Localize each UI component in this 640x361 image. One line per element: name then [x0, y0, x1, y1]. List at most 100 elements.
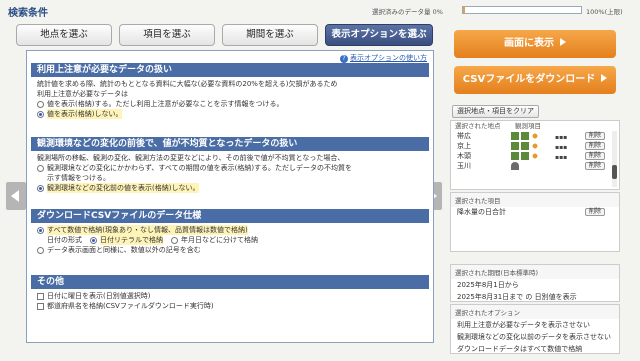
env-section: 観測環境などの変化の前後で、値が不均質となったデータの扱い 観測場所の移転、観測…	[31, 137, 429, 195]
play-arrow-icon	[601, 74, 608, 82]
point-row: 帯広 ▪▪▪ 削除	[451, 131, 619, 141]
radio-button-selected[interactable]	[37, 184, 44, 192]
point-name: 木頭	[457, 152, 471, 160]
other-section-title: その他	[31, 275, 429, 289]
point-row: 京上 ▪▪▪ 削除	[451, 141, 619, 151]
period-end: 2025年8月31日まで の 日別値を表示	[457, 293, 577, 301]
question-icon: ?	[340, 55, 348, 63]
item-name: 降水量の日合計	[457, 208, 506, 216]
page-title: 検索条件	[8, 8, 48, 19]
radio-date-literal[interactable]	[90, 236, 97, 244]
data-amount-fill	[463, 7, 466, 13]
selected-period-box: 選択された期間(日本標準時) 2025年8月1日から 2025年8月31日まで …	[450, 264, 620, 302]
sun-icon	[531, 152, 539, 160]
help-link[interactable]: ? 表示オプションの使い方	[340, 53, 427, 63]
data-amount-label: 選択済みのデータ量 0%	[372, 8, 443, 16]
option-line: 利用上注意が必要なデータを表示させない	[457, 321, 590, 329]
caution-desc-1: 統計値を求める際、統計のもととなる資料に大幅な(必要な資料の20%を超える)欠損…	[37, 80, 338, 88]
selected-points-box: 選択された地点 観測項目 帯広 ▪▪▪ 削除 京上 ▪▪▪ 削除 木頭 ▪▪▪ …	[450, 120, 620, 190]
rain-icon	[511, 152, 519, 160]
other-section: その他 日付に曜日を表示(日別値選択時) 都道府県名を格納(CSVファイルダウン…	[31, 275, 429, 313]
weather-icons	[511, 142, 541, 150]
caution-section: 利用上注意が必要なデータの扱い 統計値を求める際、統計のもととなる資料に大幅な(…	[31, 63, 429, 121]
date-format-label: 日付の形式	[47, 236, 82, 244]
points-scrollbar[interactable]	[612, 131, 617, 187]
points-col-label: 観測項目	[515, 122, 541, 130]
point-name: 玉川	[457, 162, 471, 170]
option-line: 観測環境などの変化以前のデータを表示させない	[457, 333, 611, 341]
period-label: 選択された期間(日本標準時)	[451, 265, 619, 279]
caution-option-hide[interactable]: 値を表示(格納)しない。	[37, 109, 423, 119]
option-line: ダウンロードデータはすべて数値で格納	[457, 345, 583, 353]
show-on-screen-button[interactable]: 画面に表示	[454, 30, 616, 58]
points-header: 選択された地点 観測項目	[451, 121, 619, 131]
options-panel: ? 表示オプションの使い方 利用上注意が必要なデータの扱い 統計値を求める際、統計…	[26, 50, 434, 343]
selected-items-box: 選択された項目 降水量の日合計 削除	[450, 192, 620, 252]
weather-icons	[511, 132, 541, 140]
csv-option-symbols[interactable]: データ表示画面と同様に、数値以外の記号を含む	[37, 245, 423, 255]
sun-icon	[531, 142, 539, 150]
delete-point-button[interactable]: 削除	[585, 162, 606, 170]
data-amount-max: 100%(上限)	[586, 8, 623, 16]
csv-section-title: ダウンロードCSVファイルのデータ仕様	[31, 209, 429, 223]
tab-select-item[interactable]: 項目を選ぶ	[119, 24, 215, 46]
prefecture-checkbox-row[interactable]: 都道府県名を格納(CSVファイルダウンロード実行時)	[37, 301, 423, 311]
checkbox[interactable]	[37, 292, 44, 300]
selected-options-box: 選択されたオプション 利用上注意が必要なデータを表示させない 観測環境などの変化…	[450, 304, 620, 354]
radio-date-split[interactable]	[171, 236, 178, 244]
points-label: 選択された地点	[455, 122, 501, 130]
delete-point-button[interactable]: 削除	[585, 132, 606, 140]
radio-button-selected[interactable]	[37, 226, 44, 234]
data-amount-bar	[462, 6, 582, 14]
date-format-row: 日付の形式 日付リテラルで格納 年月日などに分けて格納	[37, 235, 423, 245]
csv-section: ダウンロードCSVファイルのデータ仕様 すべて数値で格納(現象あり・なし情報、品…	[31, 209, 429, 257]
env-desc: 観測場所の移転、観測の変化、観測方法の変更などにより、その前後で値が不均質となっ…	[37, 154, 345, 162]
weekday-checkbox-row[interactable]: 日付に曜日を表示(日別値選択時)	[37, 291, 423, 301]
rain-icon	[511, 142, 519, 150]
point-row: 玉川 削除	[451, 161, 619, 171]
point-name: 帯広	[457, 132, 471, 140]
items-label: 選択された項目	[451, 193, 619, 207]
caution-option-show[interactable]: 値を表示(格納)する。ただし利用上注意が必要なことを示す情報をつける。	[37, 99, 423, 109]
csv-option-numeric[interactable]: すべて数値で格納(現象あり・なし情報、品質情報は数値で格納)	[37, 225, 423, 235]
radio-button[interactable]	[37, 246, 44, 254]
point-name: 京上	[457, 142, 471, 150]
tab-display-options[interactable]: 表示オプションを選ぶ	[325, 24, 433, 46]
top-bar: 検索条件 選択済みのデータ量 0% 100%(上限)	[0, 0, 640, 20]
prev-arrow-button[interactable]	[6, 182, 26, 210]
delete-point-button[interactable]: 削除	[585, 142, 606, 150]
env-option-hide[interactable]: 観測環境などの変化前の値を表示(格納)しない。	[37, 183, 423, 193]
clear-selection-button[interactable]: 選択地点・項目をクリア	[452, 105, 539, 118]
tab-select-period[interactable]: 期間を選ぶ	[222, 24, 318, 46]
date-literal-label: 日付リテラルで格納	[100, 235, 163, 245]
csv-download-button[interactable]: CSVファイルをダウンロード	[454, 66, 616, 94]
scroll-thumb[interactable]	[612, 165, 617, 179]
delete-point-button[interactable]: 削除	[585, 152, 606, 160]
sun-icon	[531, 132, 539, 140]
weather-icons	[511, 162, 521, 170]
wind-icon	[511, 162, 519, 170]
play-arrow-icon	[560, 38, 566, 46]
env-section-title: 観測環境などの変化の前後で、値が不均質となったデータの扱い	[31, 137, 429, 151]
delete-item-button[interactable]: 削除	[585, 208, 606, 216]
radio-button[interactable]	[37, 100, 44, 108]
radio-button-selected[interactable]	[37, 110, 44, 118]
weather-icons	[511, 152, 541, 160]
point-row: 木頭 ▪▪▪ 削除	[451, 151, 619, 161]
caution-desc-2: 利用上注意が必要なデータは	[37, 90, 128, 98]
period-start: 2025年8月1日から	[457, 281, 519, 289]
tab-select-point[interactable]: 地点を選ぶ	[16, 24, 112, 46]
options-label: 選択されたオプション	[451, 305, 619, 319]
temperature-icon	[521, 132, 529, 140]
env-option-show[interactable]: 観測環境などの変化にかかわらず、すべての期間の値を表示(格納)する。ただしデータ…	[37, 163, 423, 173]
help-link-label: 表示オプションの使い方	[350, 54, 427, 62]
rain-icon	[511, 132, 519, 140]
caution-section-title: 利用上注意が必要なデータの扱い	[31, 63, 429, 77]
temperature-icon	[521, 152, 529, 160]
item-row: 降水量の日合計 削除	[451, 207, 619, 217]
date-split-label: 年月日などに分けて格納	[181, 236, 258, 244]
radio-button[interactable]	[37, 164, 44, 172]
checkbox[interactable]	[37, 302, 44, 310]
env-option-show-cont: 示す情報をつける。	[47, 174, 110, 182]
temperature-icon	[521, 142, 529, 150]
